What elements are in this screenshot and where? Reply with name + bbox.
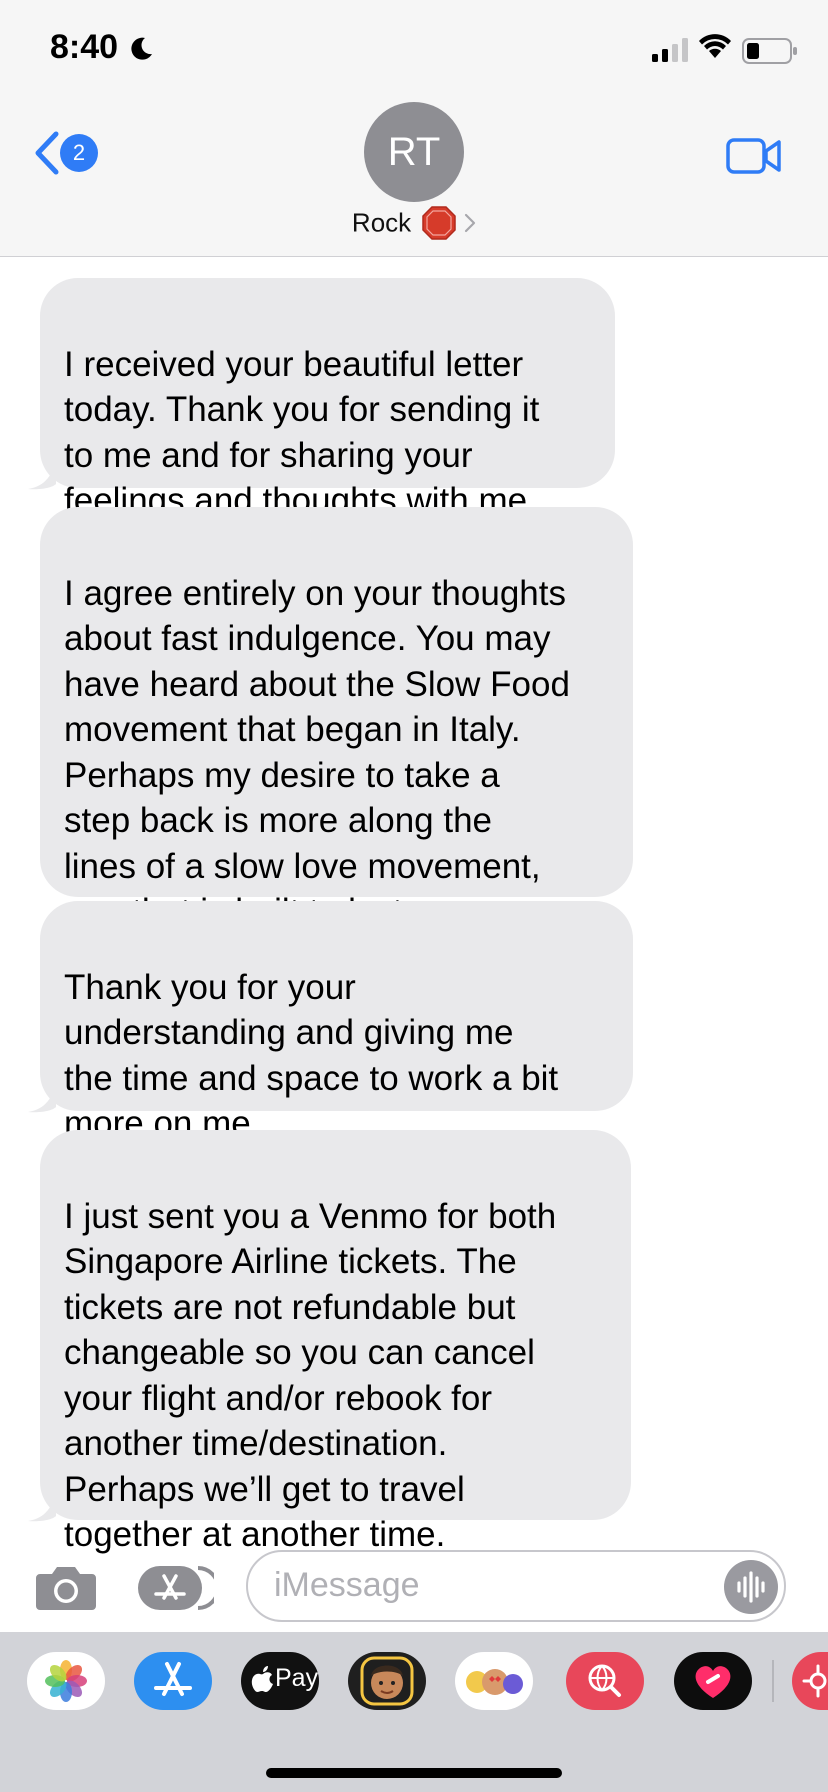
bubble-tail: [28, 460, 56, 490]
battery-icon: [742, 38, 797, 64]
chevron-right-icon: [464, 213, 476, 233]
app-store-app-icon[interactable]: [134, 1652, 212, 1710]
partial-app-glyph-icon: [802, 1664, 827, 1698]
apple-logo-icon: [251, 1666, 273, 1692]
contact-info-row[interactable]: Rock: [0, 206, 828, 246]
home-indicator[interactable]: [266, 1768, 562, 1778]
conversation-header: 2 RT Rock: [0, 96, 828, 257]
bubble-tail: [28, 1083, 56, 1113]
status-bar: 8:40: [0, 0, 828, 96]
app-store-glyph-icon: [154, 1662, 192, 1696]
app-store-icon[interactable]: [136, 1564, 214, 1612]
contact-name[interactable]: Rock: [352, 208, 411, 238]
apple-pay-label: Pay: [275, 1664, 319, 1692]
memoji-face-icon: [360, 1656, 414, 1706]
globe-search-icon: [588, 1664, 621, 1697]
bubble-tail: [28, 1492, 56, 1522]
web-search-app-icon[interactable]: [566, 1652, 644, 1710]
sticker-faces-icon: [466, 1669, 523, 1695]
stop-sign-emoji-icon: [421, 206, 456, 240]
memoji-app-icon[interactable]: [348, 1652, 426, 1710]
moon-icon: [131, 37, 152, 60]
status-time: 8:40: [50, 28, 119, 66]
message-text: I received your beautiful letter today. …: [64, 344, 540, 521]
facetime-video-icon[interactable]: [726, 136, 782, 176]
unread-count-badge[interactable]: 2: [60, 134, 98, 172]
camera-icon[interactable]: [34, 1564, 98, 1612]
digital-touch-app-icon[interactable]: [674, 1652, 752, 1710]
incoming-message-bubble[interactable]: Thank you for your understanding and giv…: [28, 901, 633, 1143]
audio-waveform-icon: [737, 1571, 765, 1603]
photos-flower-icon: [45, 1660, 87, 1702]
message-text: I agree entirely on your thoughts about …: [64, 573, 570, 932]
wifi-icon: [699, 34, 731, 58]
incoming-message-bubble[interactable]: I just sent you a Venmo for both Singapo…: [28, 1130, 631, 1554]
animoji-stickers-app-icon[interactable]: [455, 1652, 533, 1710]
apple-pay-app-icon[interactable]: Pay: [241, 1652, 319, 1710]
audio-message-button[interactable]: [724, 1560, 778, 1614]
incoming-message-bubble[interactable]: I agree entirely on your thoughts about …: [40, 507, 633, 931]
heart-icon: [695, 1666, 731, 1698]
message-thread: I received your beautiful letter today. …: [0, 256, 828, 1554]
imessage-app-drawer: Pay: [0, 1632, 828, 1792]
partial-app-icon[interactable]: [792, 1652, 828, 1710]
message-text: Thank you for your understanding and giv…: [64, 967, 559, 1144]
contact-avatar[interactable]: RT: [364, 102, 464, 202]
drawer-divider: [772, 1660, 774, 1702]
back-chevron-icon[interactable]: [32, 130, 60, 176]
message-input-placeholder: iMessage: [274, 1566, 420, 1604]
message-text: I just sent you a Venmo for both Singapo…: [64, 1196, 557, 1555]
photos-app-icon[interactable]: [27, 1652, 105, 1710]
cellular-signal-icon: [652, 38, 688, 62]
message-input[interactable]: iMessage: [246, 1550, 786, 1622]
incoming-message-bubble[interactable]: I received your beautiful letter today. …: [28, 278, 615, 520]
